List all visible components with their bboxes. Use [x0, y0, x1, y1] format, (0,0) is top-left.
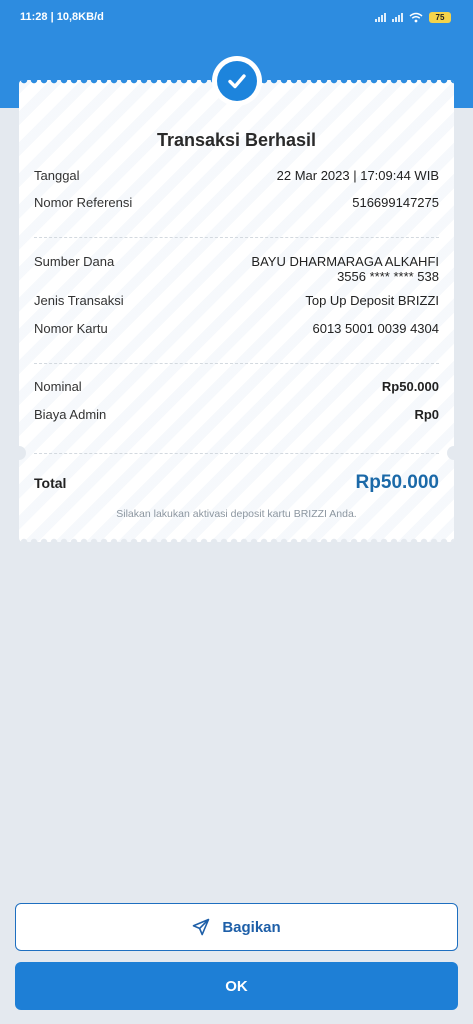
- ok-button-label: OK: [225, 977, 248, 995]
- row-sumber-dana: Sumber Dana BAYU DHARMARAGA ALKAHFI 3556…: [34, 254, 439, 284]
- value-nominal: Rp50.000: [381, 379, 439, 394]
- value-nomor-referensi: 516699147275: [352, 195, 439, 210]
- sumber-dana-name: BAYU DHARMARAGA ALKAHFI: [251, 254, 439, 269]
- row-nominal: Nominal Rp50.000: [34, 379, 439, 394]
- sumber-dana-account: 3556 **** **** 538: [337, 269, 439, 284]
- success-badge: [212, 56, 262, 106]
- send-icon: [193, 918, 210, 936]
- ok-button[interactable]: OK: [15, 962, 458, 1010]
- value-nomor-kartu: 6013 5001 0039 4304: [312, 321, 439, 336]
- label-nomor-referensi: Nomor Referensi: [34, 195, 133, 210]
- value-sumber-dana: BAYU DHARMARAGA ALKAHFI 3556 **** **** 5…: [251, 254, 439, 284]
- signal-icon: [375, 12, 386, 22]
- label-biaya-admin: Biaya Admin: [34, 407, 107, 422]
- row-jenis-transaksi: Jenis Transaksi Top Up Deposit BRIZZI: [34, 293, 439, 308]
- value-total: Rp50.000: [355, 472, 439, 493]
- value-tanggal: 22 Mar 2023 | 17:09:44 WIB: [276, 168, 439, 183]
- share-button[interactable]: Bagikan: [15, 903, 458, 951]
- row-biaya-admin: Biaya Admin Rp0: [34, 407, 439, 422]
- receipt-notch-left: [19, 446, 26, 460]
- divider-2: [34, 363, 439, 364]
- row-nomor-kartu: Nomor Kartu 6013 5001 0039 4304: [34, 321, 439, 336]
- wifi-icon: [409, 12, 423, 22]
- label-sumber-dana: Sumber Dana: [34, 254, 115, 269]
- label-total: Total: [34, 475, 67, 491]
- battery-icon: 75: [429, 11, 451, 23]
- row-nomor-referensi: Nomor Referensi 516699147275: [34, 195, 439, 210]
- divider-3: [34, 453, 439, 454]
- footnote-text: Silakan lakukan aktivasi deposit kartu B…: [116, 508, 357, 520]
- value-biaya-admin: Rp0: [414, 407, 439, 422]
- row-total: Total Rp50.000: [34, 472, 439, 494]
- label-nominal: Nominal: [34, 379, 82, 394]
- status-time-speed: 11:28 | 10,8KB/d: [20, 11, 104, 23]
- receipt-bottom-edge: [19, 536, 454, 542]
- receipt-card: Transaksi Berhasil Tanggal 22 Mar 2023 |…: [19, 80, 454, 542]
- status-bar: 11:28 | 10,8KB/d 75: [0, 0, 473, 34]
- label-nomor-kartu: Nomor Kartu: [34, 321, 108, 336]
- share-button-label: Bagikan: [222, 918, 281, 936]
- receipt-notch-right: [447, 446, 454, 460]
- row-tanggal: Tanggal 22 Mar 2023 | 17:09:44 WIB: [34, 168, 439, 183]
- check-icon: [217, 61, 257, 101]
- page-title: Transaksi Berhasil: [156, 130, 317, 150]
- status-icons: 75: [375, 11, 451, 23]
- label-jenis-transaksi: Jenis Transaksi: [34, 293, 124, 308]
- divider-1: [34, 237, 439, 238]
- label-tanggal: Tanggal: [34, 168, 80, 183]
- signal-icon-2: [392, 12, 403, 22]
- value-jenis-transaksi: Top Up Deposit BRIZZI: [305, 293, 439, 308]
